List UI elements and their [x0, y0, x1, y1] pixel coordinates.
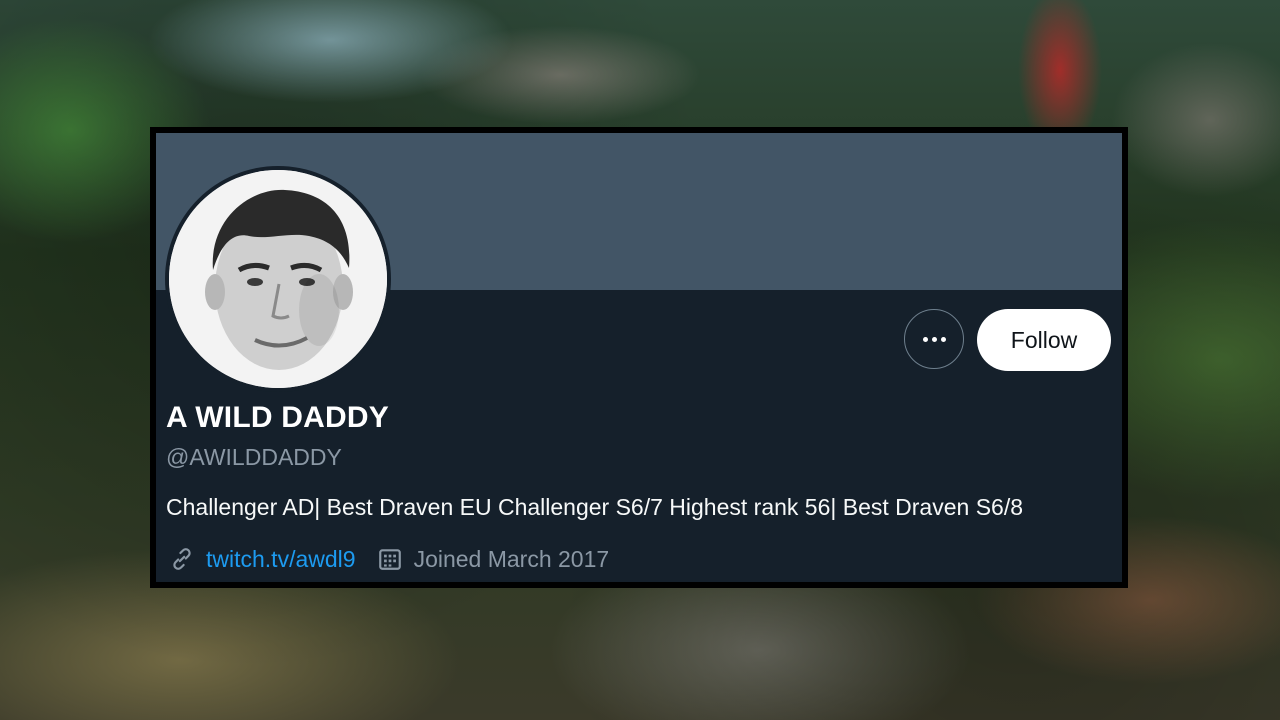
profile-meta: twitch.tv/awdl9 Joined March 2017 [168, 545, 629, 573]
joined-item: Joined March 2017 [376, 545, 610, 573]
more-options-button[interactable] [904, 309, 964, 369]
joined-date: Joined March 2017 [413, 545, 610, 572]
calendar-icon [376, 545, 404, 573]
game-background: Follow A WILD DADDY @AWILDDADDY Challeng… [0, 0, 1280, 720]
website-link[interactable]: twitch.tv/awdl9 [206, 546, 356, 573]
more-horizontal-icon [922, 336, 928, 342]
avatar-image [169, 170, 387, 388]
face-photo-icon [169, 170, 387, 388]
display-name: A WILD DADDY [166, 401, 389, 434]
profile-card-body: Follow A WILD DADDY @AWILDDADDY Challeng… [156, 133, 1122, 582]
follow-button[interactable]: Follow [977, 309, 1111, 371]
user-handle: @AWILDDADDY [166, 444, 342, 470]
profile-bio: Challenger AD| Best Draven EU Challenger… [166, 494, 1024, 520]
avatar[interactable] [165, 166, 391, 392]
link-icon [168, 545, 196, 573]
profile-card: Follow A WILD DADDY @AWILDDADDY Challeng… [150, 127, 1128, 588]
website-item: twitch.tv/awdl9 [168, 545, 356, 573]
